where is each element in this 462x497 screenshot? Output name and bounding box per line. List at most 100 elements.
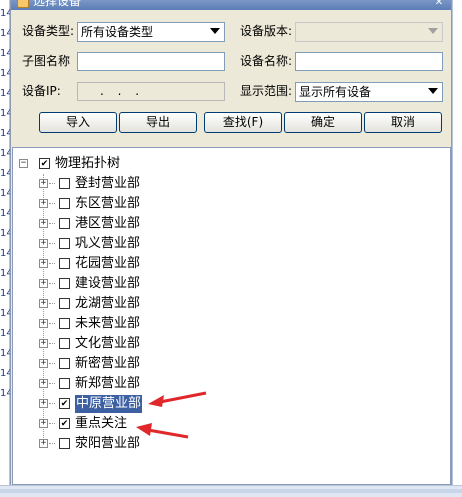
tree-node-label[interactable]: 登封营业部 [75, 175, 140, 193]
cancel-button[interactable]: 取消 [364, 112, 442, 133]
tree-node-label[interactable]: 未来营业部 [75, 315, 140, 333]
tree-connector [49, 443, 55, 444]
tree-node-label[interactable]: 荥阳营业部 [75, 435, 140, 453]
display-range-value: 显示所有设备 [299, 85, 372, 99]
tree-node-label[interactable]: 物理拓扑树 [55, 155, 120, 173]
expand-icon[interactable]: + [39, 259, 48, 268]
tree-checkbox[interactable] [59, 338, 70, 349]
expand-icon[interactable]: + [39, 339, 48, 348]
expand-icon[interactable]: + [39, 419, 48, 428]
tree-node-label[interactable]: 东区营业部 [75, 195, 140, 213]
device-version-select[interactable] [295, 22, 443, 42]
expand-icon[interactable]: + [39, 239, 48, 248]
tree-checkbox[interactable] [59, 398, 70, 409]
tree-node-label[interactable]: 建设营业部 [75, 275, 140, 293]
tree-node-label[interactable]: 新郑营业部 [75, 375, 140, 393]
tree-item[interactable]: + 文化营业部 [13, 334, 450, 354]
expand-icon[interactable]: + [39, 319, 48, 328]
tree-checkbox[interactable] [59, 378, 70, 389]
tree-checkbox[interactable] [59, 418, 70, 429]
tree-node-label[interactable]: 新密营业部 [75, 355, 140, 373]
tree-node-label[interactable]: 花园营业部 [75, 255, 140, 273]
import-button[interactable]: 导入 [39, 112, 117, 133]
background-right-edge [452, 0, 462, 497]
tree-node-label[interactable]: 重点关注 [75, 415, 127, 433]
dialog-titlebar[interactable]: 选择设备 ✕ [11, 0, 451, 10]
close-icon[interactable]: ✕ [433, 0, 445, 9]
chevron-down-icon [428, 28, 438, 34]
tree-item[interactable]: + 东区营业部 [13, 194, 450, 214]
physical-topology-tree-panel: − 物理拓扑树 + 登封营业部 + 东区营业部 + 港区营业部 + 巩义营业部 + 花园营业部 + 建设营… [12, 147, 451, 485]
expand-icon[interactable]: + [39, 379, 48, 388]
tree-item[interactable]: + 建设营业部 [13, 274, 450, 294]
tree-item[interactable]: + 巩义营业部 [13, 234, 450, 254]
tree-checkbox[interactable] [59, 238, 70, 249]
tree-item[interactable]: + 龙湖营业部 [13, 294, 450, 314]
export-button[interactable]: 导出 [119, 112, 197, 133]
tree-connector [49, 223, 55, 224]
expand-icon[interactable]: + [39, 279, 48, 288]
background-bottom-strip [0, 485, 462, 497]
tree-item[interactable]: + 荥阳营业部 [13, 434, 450, 454]
tree-node-label[interactable]: 巩义营业部 [75, 235, 140, 253]
tree-node-label[interactable]: 文化营业部 [75, 335, 140, 353]
tree-connector [49, 243, 55, 244]
device-version-label: 设备版本: [240, 24, 293, 38]
tree-connector [49, 363, 55, 364]
ok-button[interactable]: 确定 [284, 112, 362, 133]
find-button[interactable]: 查找(F) [204, 112, 282, 133]
tree-item[interactable]: + 未来营业部 [13, 314, 450, 334]
expand-icon[interactable]: + [39, 399, 48, 408]
subgraph-name-input[interactable] [77, 52, 225, 71]
tree-item[interactable]: + 新郑营业部 [13, 374, 450, 394]
annotation-arrow-icon [148, 391, 207, 407]
expand-icon[interactable]: + [39, 299, 48, 308]
tree-item[interactable]: + 港区营业部 [13, 214, 450, 234]
tree-checkbox[interactable] [59, 438, 70, 449]
tree-node-label[interactable]: 龙湖营业部 [75, 295, 140, 313]
expand-icon[interactable]: + [39, 199, 48, 208]
tree-root-node[interactable]: − 物理拓扑树 [13, 154, 450, 174]
tree-node-label[interactable]: 港区营业部 [75, 215, 140, 233]
chevron-down-icon [210, 28, 220, 34]
display-range-select[interactable]: 显示所有设备 [295, 82, 443, 102]
tree-connector [49, 303, 55, 304]
expand-icon[interactable]: + [39, 179, 48, 188]
tree-checkbox[interactable] [59, 278, 70, 289]
tree-connector [49, 203, 55, 204]
tree-item[interactable]: + 花园营业部 [13, 254, 450, 274]
tree-connector [49, 343, 55, 344]
tree-checkbox[interactable] [59, 318, 70, 329]
tree-checkbox[interactable] [59, 218, 70, 229]
device-type-select[interactable]: 所有设备类型 [77, 22, 225, 42]
dialog-title: 选择设备 [33, 0, 82, 8]
tree-checkbox[interactable] [59, 358, 70, 369]
tree-node-label[interactable]: 中原营业部 [75, 395, 143, 413]
tree-connector [49, 423, 55, 424]
tree-checkbox[interactable] [59, 178, 70, 189]
expand-icon[interactable]: + [39, 219, 48, 228]
collapse-icon[interactable]: − [19, 159, 28, 168]
tree-connector [49, 183, 55, 184]
tree-connector [49, 403, 55, 404]
device-name-label: 设备名称: [240, 54, 293, 68]
tree-connector [49, 323, 55, 324]
display-range-label: 显示范围: [240, 84, 293, 98]
tree-item[interactable]: + 登封营业部 [13, 174, 450, 194]
tree-item[interactable]: + 新密营业部 [13, 354, 450, 374]
tree-item[interactable]: + 中原营业部 [13, 394, 450, 414]
expand-icon[interactable]: + [39, 359, 48, 368]
annotation-arrow-icon [136, 423, 189, 439]
tree-checkbox[interactable] [39, 158, 50, 169]
device-ip-input[interactable]: . . . [77, 82, 225, 101]
chevron-down-icon [428, 88, 438, 94]
physical-topology-tree: − 物理拓扑树 + 登封营业部 + 东区营业部 + 港区营业部 + 巩义营业部 + 花园营业部 + 建设营… [13, 148, 450, 484]
expand-icon[interactable]: + [39, 439, 48, 448]
device-name-input[interactable] [295, 52, 443, 71]
tree-item[interactable]: + 重点关注 [13, 414, 450, 434]
tree-checkbox[interactable] [59, 198, 70, 209]
tree-connector [49, 283, 55, 284]
tree-checkbox[interactable] [59, 258, 70, 269]
tree-checkbox[interactable] [59, 298, 70, 309]
device-ip-label: 设备IP: [22, 84, 61, 98]
